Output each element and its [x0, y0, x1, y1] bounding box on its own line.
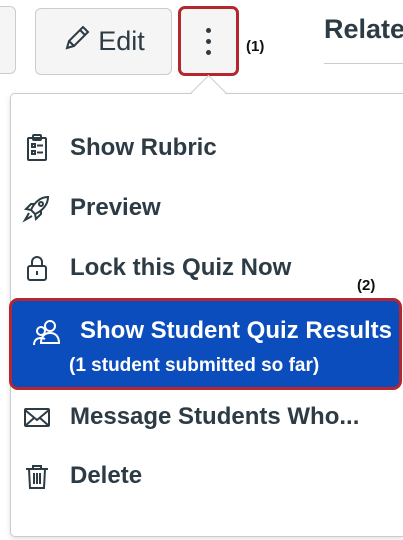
menu-item-label: Delete — [70, 462, 143, 489]
menu-item-sublabel: (1 student submitted so far) — [69, 355, 320, 376]
users-icon — [31, 317, 63, 349]
menu-item-show-rubric[interactable]: Show Rubric — [22, 133, 217, 163]
menu-item-preview[interactable]: Preview — [22, 193, 161, 223]
menu-item-label: Show Rubric — [70, 134, 217, 161]
menu-item-show-student-quiz-results[interactable]: Show Student Quiz Results (1 student sub… — [9, 298, 402, 390]
rubric-icon — [22, 133, 52, 163]
rocket-icon — [22, 193, 52, 223]
menu-item-label: Lock this Quiz Now — [70, 254, 292, 281]
related-heading: Relate — [324, 14, 403, 44]
envelope-icon — [22, 402, 52, 432]
menu-item-label: Message Students Who... — [70, 403, 360, 430]
edit-button-label: Edit — [98, 26, 145, 56]
menu-item-lock-quiz[interactable]: Lock this Quiz Now — [22, 253, 291, 283]
menu-item-delete[interactable]: Delete — [22, 461, 142, 491]
lock-icon — [22, 253, 52, 283]
trash-icon — [22, 461, 52, 491]
menu-item-label: Show Student Quiz Results — [80, 317, 393, 344]
related-divider — [324, 63, 403, 64]
menu-item-label: Preview — [70, 194, 161, 221]
menu-item-message-students[interactable]: Message Students Who... — [22, 402, 359, 432]
callout-2: (2) — [357, 277, 376, 294]
edit-button[interactable]: Edit — [35, 8, 172, 75]
more-options-button[interactable] — [178, 6, 239, 76]
kebab-icon — [206, 27, 211, 55]
callout-1: (1) — [246, 38, 265, 55]
previous-button-stub[interactable] — [0, 6, 16, 74]
pencil-icon — [62, 23, 92, 60]
